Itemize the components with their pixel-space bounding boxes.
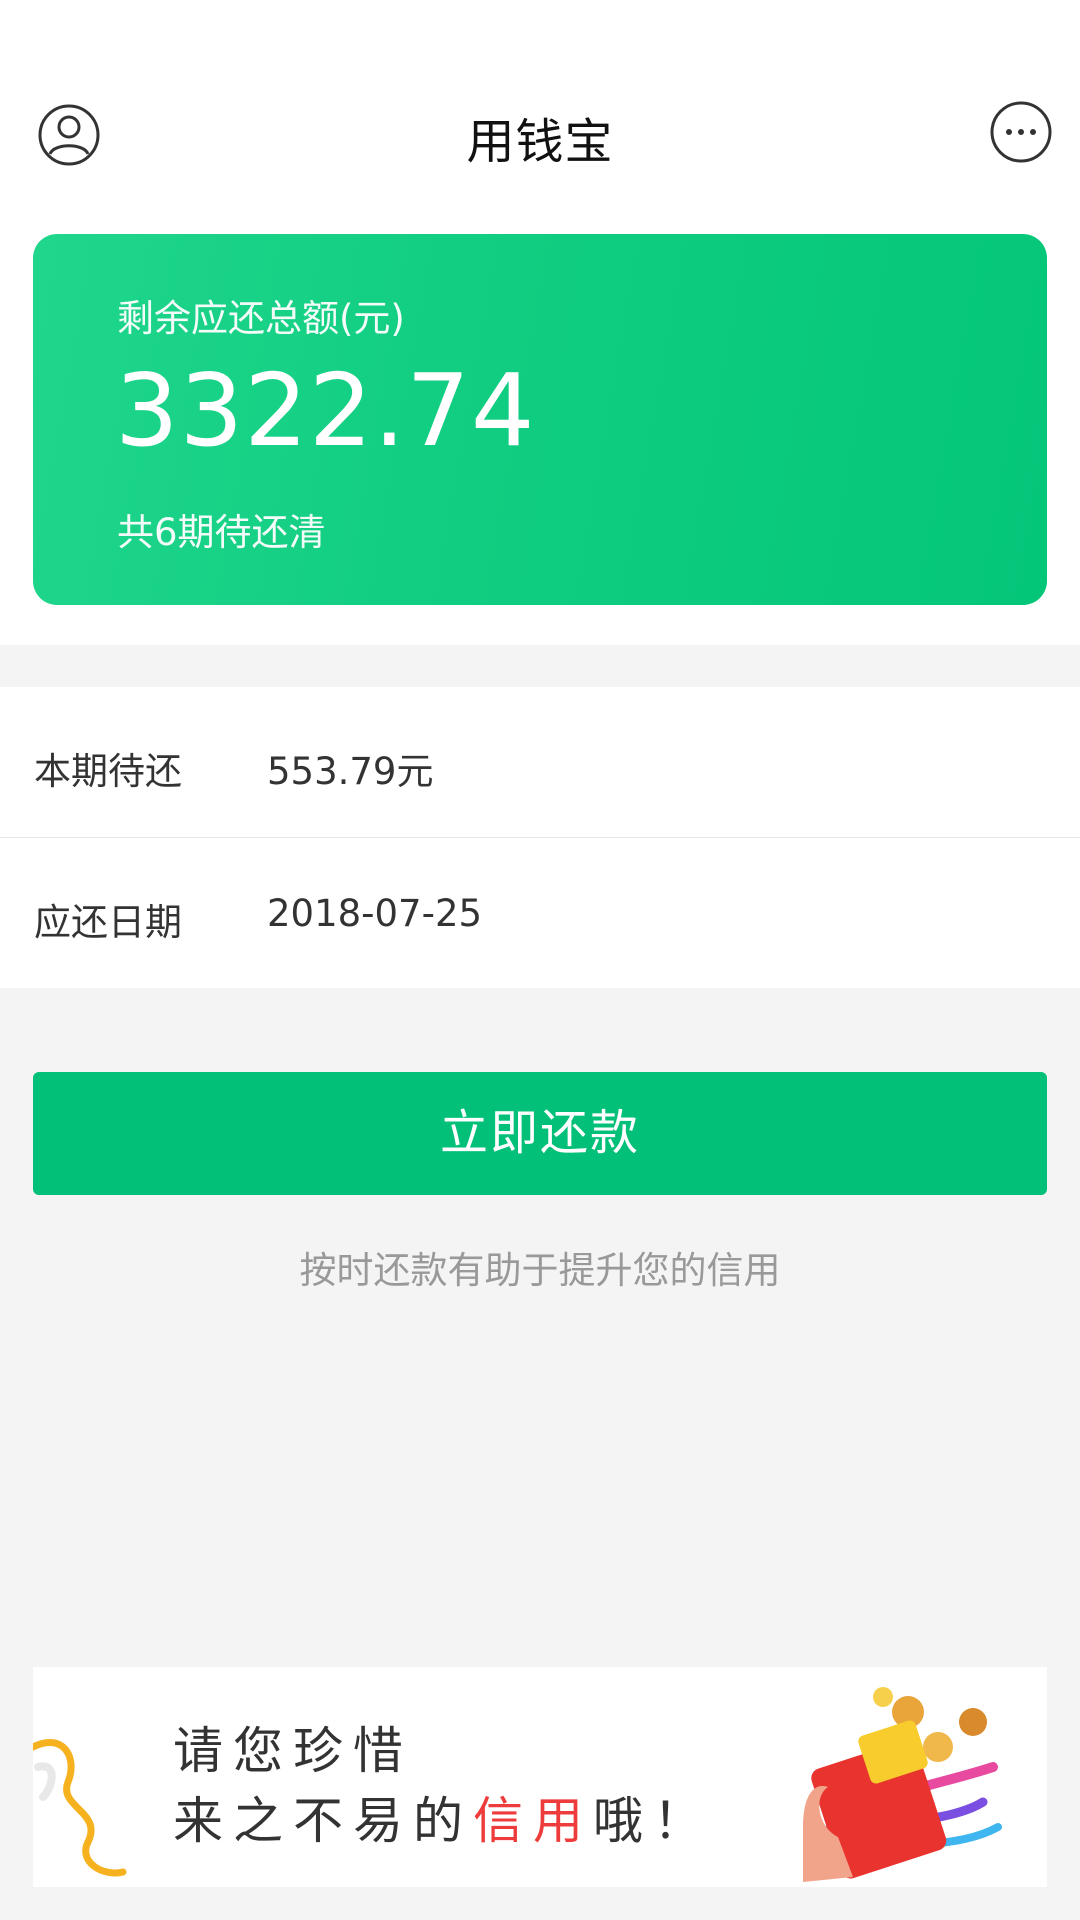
repayment-summary-card: 剩余应还总额(元) 3322.74 共6期待还清	[33, 234, 1047, 605]
header: 用钱宝	[0, 80, 1080, 190]
banner-line-2-suffix: 哦！	[593, 1792, 713, 1850]
ribbon-decoration-icon	[33, 1727, 153, 1887]
banner-line-1: 请您珍惜	[173, 1722, 413, 1780]
banner-highlight-credit: 信用	[473, 1792, 593, 1850]
remaining-periods-text: 共6期待还清	[117, 511, 326, 554]
remaining-total-label: 剩余应还总额(元)	[117, 297, 405, 340]
pay-now-button[interactable]: 立即还款	[33, 1072, 1047, 1195]
red-envelope-coins-icon	[733, 1677, 1013, 1887]
banner-line-2-prefix: 来之不易的	[173, 1792, 473, 1850]
due-date-label: 应还日期	[34, 901, 182, 944]
remaining-total-amount: 3322.74	[115, 352, 536, 469]
repayment-details: 本期待还 553.79元 应还日期 2018-07-25	[0, 687, 1080, 988]
page-title: 用钱宝	[466, 114, 614, 170]
credit-banner[interactable]: 请您珍惜 来之不易的信用哦！	[33, 1667, 1047, 1887]
current-due-row: 本期待还 553.79元	[0, 687, 1080, 837]
current-due-label: 本期待还	[34, 750, 182, 793]
credit-hint-text: 按时还款有助于提升您的信用	[299, 1249, 781, 1292]
due-date-row: 应还日期 2018-07-25	[0, 838, 1080, 988]
more-options-icon[interactable]	[989, 100, 1053, 164]
current-due-value: 553.79元	[267, 750, 434, 793]
due-date-value: 2018-07-25	[267, 892, 483, 935]
banner-line-2: 来之不易的信用哦！	[173, 1781, 713, 1853]
